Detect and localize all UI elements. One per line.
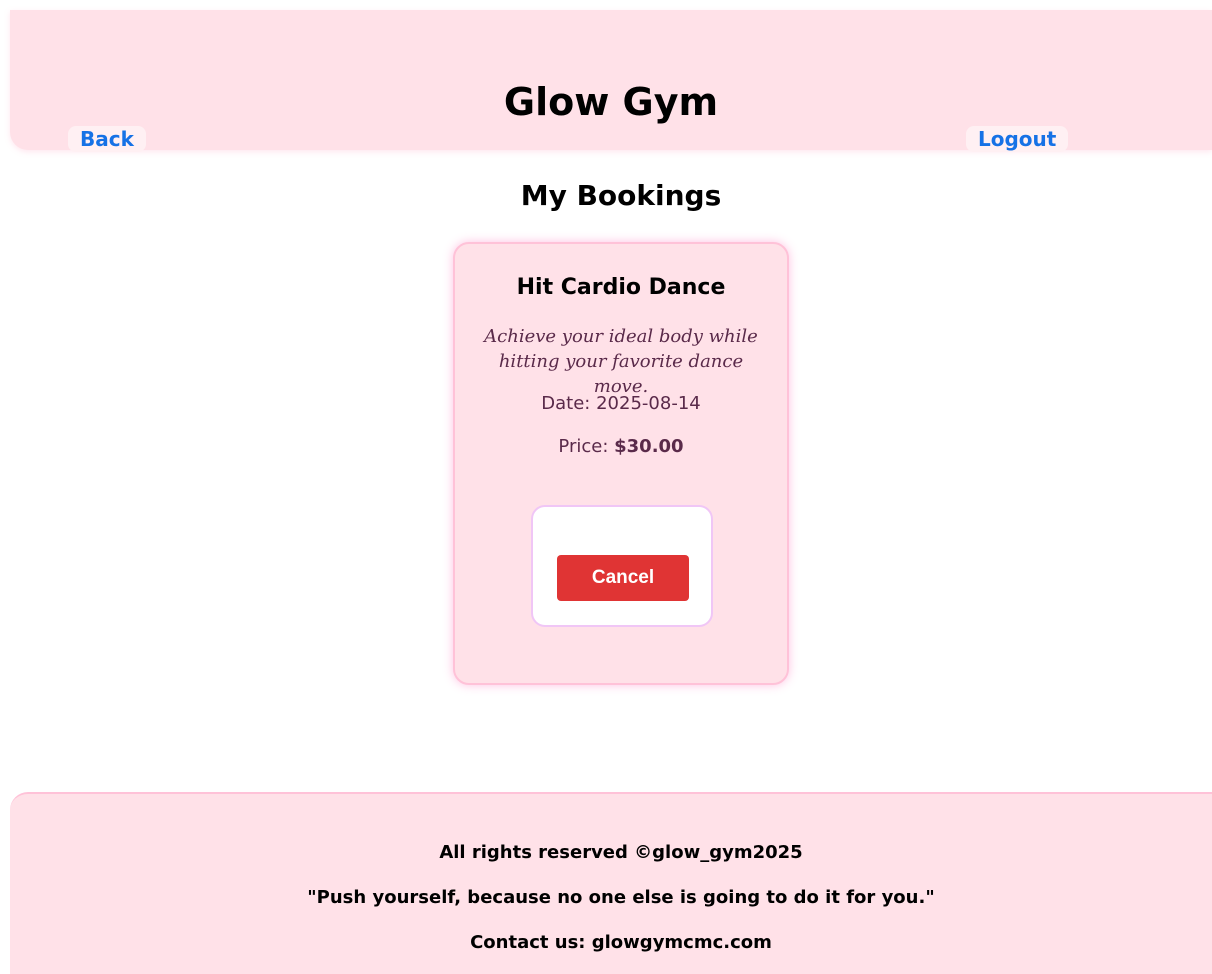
cancel-form: Cancel [531, 505, 713, 627]
logout-link[interactable]: Logout [966, 126, 1069, 152]
page-heading: My Bookings [520, 179, 722, 212]
footer-quote: "Push yourself, because no one else is g… [307, 887, 935, 908]
booking-date-label: Date: [541, 393, 591, 414]
booking-card: Hit Cardio Dance Achieve your ideal body… [453, 242, 789, 685]
booking-date: Date: 2025-08-14 [455, 392, 787, 416]
back-link[interactable]: Back [68, 126, 146, 152]
booking-price: Price: $30.00 [455, 435, 787, 459]
booking-title: Hit Cardio Dance [516, 275, 726, 300]
site-header: Glow Gym Back Logout [10, 10, 1212, 152]
footer-contact: Contact us: glowgymcmc.com [470, 932, 772, 953]
booking-date-value: 2025-08-14 [596, 393, 701, 414]
site-title: Glow Gym [503, 80, 719, 124]
booking-description: Achieve your ideal body while hitting yo… [484, 326, 758, 397]
booking-price-value: $30.00 [614, 436, 684, 457]
booking-price-label: Price: [558, 436, 609, 457]
footer-rights: All rights reserved ©glow_gym2025 [439, 842, 803, 863]
cancel-button[interactable]: Cancel [557, 555, 689, 601]
page: Glow Gym Back Logout My Bookings Hit Car… [0, 0, 1212, 974]
site-footer: All rights reserved ©glow_gym2025 "Push … [10, 792, 1212, 974]
